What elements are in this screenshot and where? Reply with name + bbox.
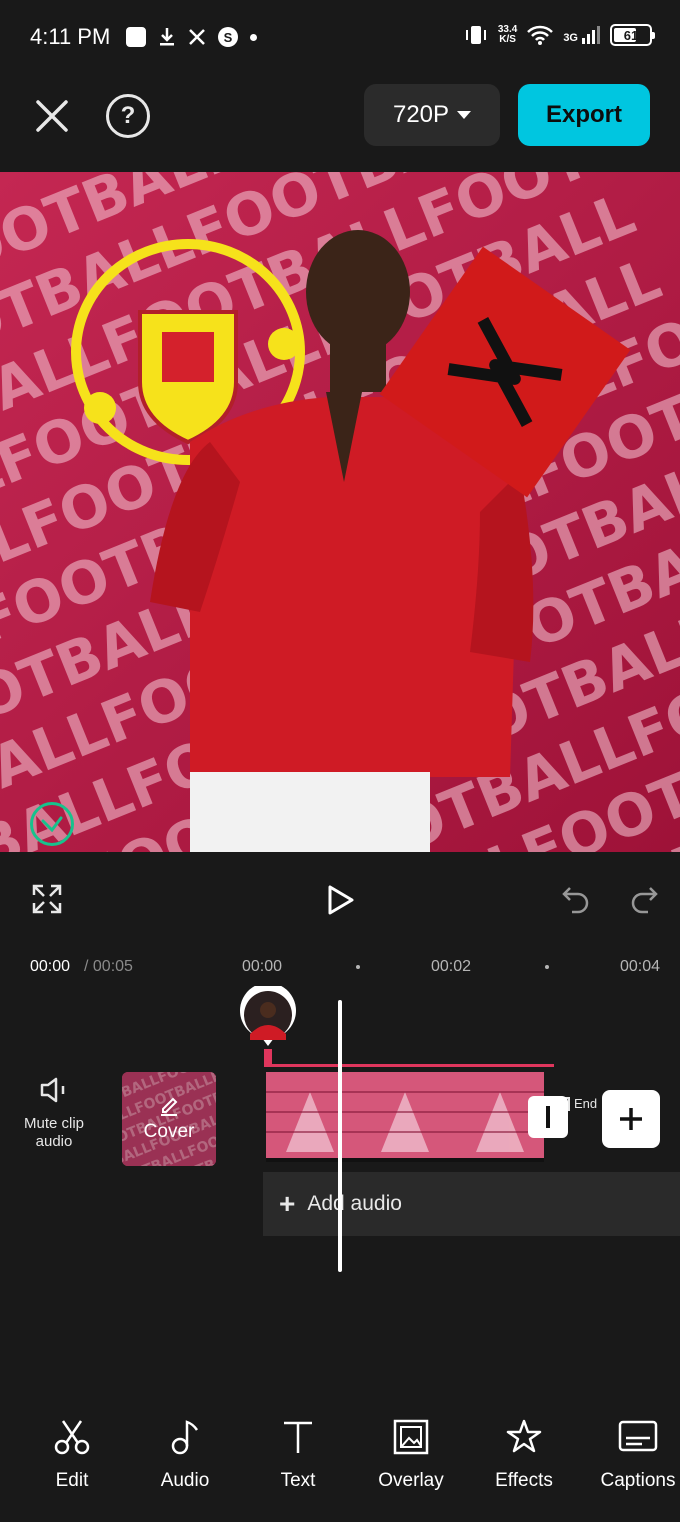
export-button[interactable]: Export xyxy=(518,84,650,146)
help-button[interactable]: ? xyxy=(106,94,150,138)
tool-label: Effects xyxy=(495,1470,553,1491)
scissors-icon xyxy=(54,1420,90,1455)
clip-thumbnails xyxy=(266,1072,544,1158)
tool-audio[interactable]: Audio xyxy=(135,1418,235,1492)
text-icon xyxy=(284,1421,312,1453)
cover-label: Cover xyxy=(143,1121,195,1142)
help-icon: ? xyxy=(120,102,136,129)
system-icons: 33.4 K/S 3G 61 xyxy=(464,24,655,46)
x-twitter-icon xyxy=(189,29,205,45)
wifi-icon xyxy=(527,25,554,45)
vibrate-icon xyxy=(465,26,486,44)
clip-trim-handle[interactable] xyxy=(528,1096,568,1138)
add-clip-button[interactable] xyxy=(602,1090,660,1148)
tool-label: Audio xyxy=(160,1470,210,1491)
shazam-icon: S xyxy=(218,27,238,47)
close-button[interactable] xyxy=(28,92,76,140)
ruler-label: 00:00 xyxy=(242,958,283,975)
caret-down-icon xyxy=(457,111,472,119)
play-icon[interactable] xyxy=(326,884,356,916)
total-time: / 00:05 xyxy=(84,958,133,975)
notification-icons: S xyxy=(126,27,257,47)
music-note-icon xyxy=(171,1420,199,1455)
close-icon xyxy=(36,100,68,132)
plus-icon xyxy=(620,1108,642,1130)
tool-label: Overlay xyxy=(378,1470,444,1491)
cover-button[interactable]: FOOTBALLFOOTBALLBALLFOOTBALLFOO FOOTBALL… xyxy=(122,1072,216,1166)
current-time: 00:00 xyxy=(30,958,71,975)
tool-effects[interactable]: Effects xyxy=(474,1418,574,1492)
playhead[interactable] xyxy=(338,1000,342,1272)
tool-captions[interactable]: Captions xyxy=(588,1418,680,1492)
status-time: 4:11 PM xyxy=(30,24,111,49)
star-icon xyxy=(506,1419,542,1453)
add-audio-button[interactable]: + Add audio xyxy=(263,1172,680,1236)
cell-signal-icon: 3G xyxy=(563,26,600,44)
download-icon xyxy=(160,28,174,46)
overlay-icon xyxy=(393,1419,429,1455)
tool-overlay[interactable]: Overlay xyxy=(361,1418,461,1492)
fullscreen-icon[interactable] xyxy=(32,884,62,914)
status-bar: 4:11 PM S 33.4 K/S 3G 61 xyxy=(0,0,680,78)
check-badge-icon[interactable] xyxy=(30,802,74,846)
clip-avatar-marker[interactable] xyxy=(238,986,298,1048)
tool-text[interactable]: Text xyxy=(248,1418,348,1492)
tool-edit[interactable]: Edit xyxy=(22,1418,122,1492)
bottom-toolbar: Edit Audio Text Overlay Effects Captions xyxy=(0,1400,680,1522)
plus-icon: + xyxy=(279,1188,296,1219)
add-audio-label: Add audio xyxy=(307,1192,402,1215)
preview-frame: FOOTBALLFOOTBALLFOOTBALL TBALLFOOTBALLFO… xyxy=(0,172,680,852)
net-speed-unit: K/S xyxy=(499,34,516,45)
timeline-panel: 00:00 / 00:05 00:00 00:02 00:04 Mute cli… xyxy=(0,948,680,1338)
tool-label: Edit xyxy=(55,1470,89,1491)
captions-icon xyxy=(618,1420,658,1452)
ruler-tick xyxy=(545,965,549,969)
tool-label: Captions xyxy=(600,1470,676,1491)
ruler-label: 00:02 xyxy=(431,958,472,975)
editor-toolbar: ? 720P Export xyxy=(0,78,680,172)
clip-selection-line xyxy=(264,1064,554,1067)
pencil-icon xyxy=(161,1097,178,1116)
undo-icon[interactable] xyxy=(562,884,590,914)
redo-icon[interactable] xyxy=(630,884,658,914)
app-notification-icon xyxy=(126,27,146,47)
video-clip-track[interactable] xyxy=(266,1072,544,1162)
resolution-value: 720P xyxy=(392,101,450,128)
mute-clip-audio-label: Mute clip audio xyxy=(23,1115,85,1150)
ruler-label: 00:04 xyxy=(620,958,661,975)
resolution-dropdown[interactable]: 720P xyxy=(364,84,500,146)
ruler-tick xyxy=(356,965,360,969)
battery-icon: 61 xyxy=(610,24,655,46)
network-type: 3G xyxy=(563,32,578,44)
tool-label: Text xyxy=(280,1470,316,1491)
battery-level: 61 xyxy=(623,27,639,43)
net-speed: 33.4 K/S xyxy=(498,25,517,45)
mute-clip-audio-button[interactable]: Mute clip audio xyxy=(14,1076,94,1151)
more-notifications-dot xyxy=(250,33,257,41)
playback-controls xyxy=(0,852,680,948)
speaker-icon xyxy=(40,1077,65,1103)
clip-start-marker xyxy=(264,1049,272,1065)
video-preview[interactable]: FOOTBALLFOOTBALLFOOTBALL TBALLFOOTBALLFO… xyxy=(0,172,680,852)
